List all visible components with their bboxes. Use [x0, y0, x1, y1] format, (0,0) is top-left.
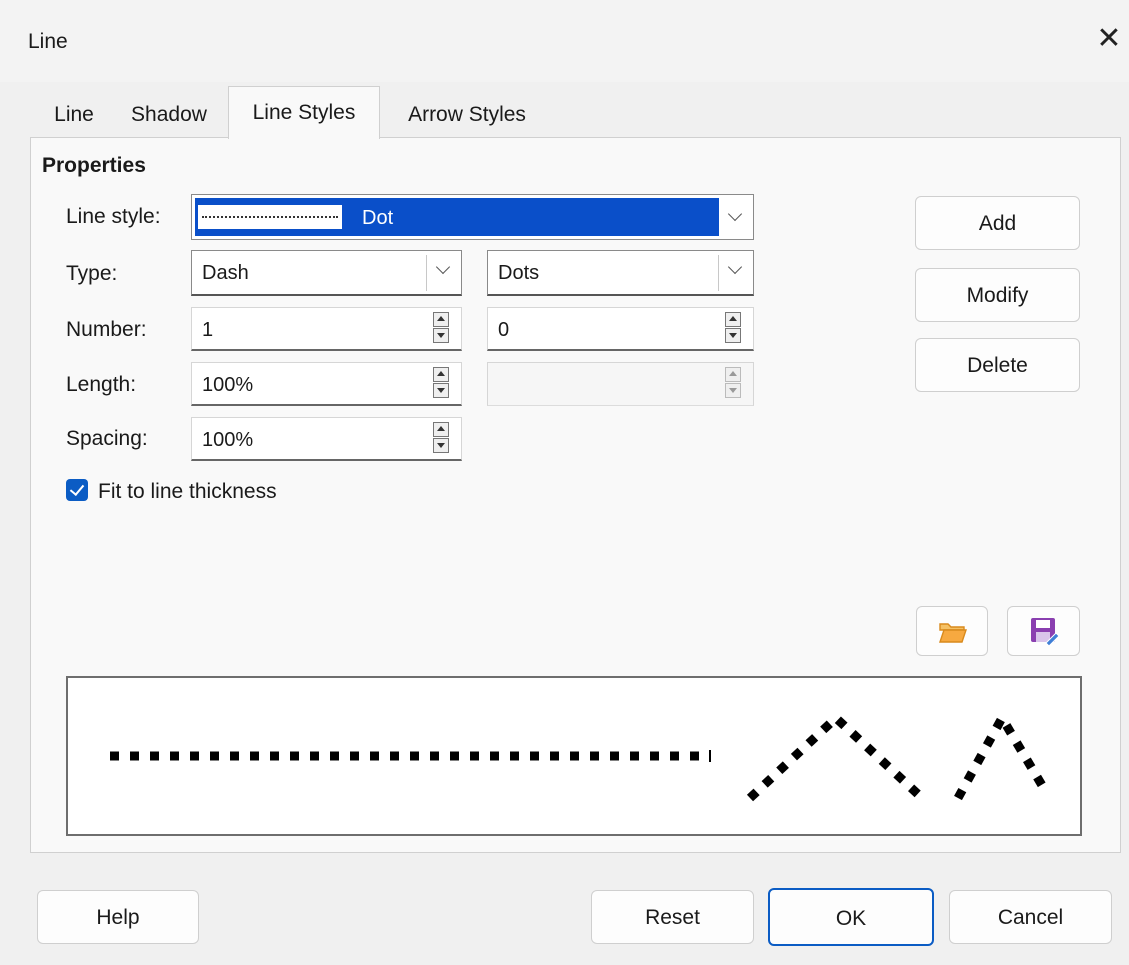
number-spin-field[interactable]: 1 — [191, 307, 462, 351]
spin-up-icon[interactable] — [725, 312, 741, 327]
type-value-2: Dots — [498, 262, 540, 284]
number-label: Number: — [66, 318, 147, 341]
line-style-dropdown[interactable]: Dot — [191, 194, 754, 240]
line-style-label: Line style: — [66, 205, 161, 228]
number-spin-field-2[interactable]: 0 — [487, 307, 754, 351]
delete-button[interactable]: Delete — [915, 338, 1080, 392]
tab-line[interactable]: Line — [40, 93, 108, 133]
line-style-preview — [66, 676, 1082, 836]
fit-to-line-thickness-label[interactable]: Fit to line thickness — [98, 480, 277, 504]
line-style-swatch — [198, 205, 342, 229]
length-label: Length: — [66, 373, 137, 396]
type-dropdown-2[interactable]: Dots — [487, 250, 754, 296]
properties-heading: Properties — [42, 154, 146, 177]
spin-up-icon — [725, 367, 741, 382]
length-value: 100% — [202, 374, 254, 396]
spacing-value: 100% — [202, 429, 254, 451]
tab-shadow[interactable]: Shadow — [118, 93, 220, 133]
folder-open-icon — [939, 623, 967, 643]
spin-up-icon[interactable] — [433, 422, 449, 437]
tab-arrow-styles[interactable]: Arrow Styles — [382, 93, 552, 133]
chevron-down-icon — [435, 259, 451, 275]
help-button[interactable]: Help — [37, 890, 199, 944]
spin-down-icon[interactable] — [433, 383, 449, 398]
dialog-title: Line — [28, 30, 68, 53]
dotted-line-preview-graphic — [110, 708, 1050, 802]
spacing-spin-field[interactable]: 100% — [191, 417, 462, 461]
reset-button[interactable]: Reset — [591, 890, 754, 944]
spin-down-icon[interactable] — [433, 328, 449, 343]
cancel-button[interactable]: Cancel — [949, 890, 1112, 944]
number-value: 1 — [202, 319, 214, 341]
spacing-label: Spacing: — [66, 427, 148, 450]
title-bar — [0, 0, 1129, 82]
type-dropdown[interactable]: Dash — [191, 250, 462, 296]
spin-down-icon[interactable] — [725, 328, 741, 343]
tab-divider — [30, 137, 1121, 138]
length-spin-field-2 — [487, 362, 754, 406]
load-line-styles-button[interactable] — [916, 606, 988, 656]
chevron-down-icon — [727, 259, 743, 275]
tab-line-styles[interactable]: Line Styles — [228, 86, 380, 139]
close-icon[interactable]: ✕ — [1092, 22, 1126, 56]
line-style-value: Dot — [362, 207, 394, 229]
modify-button[interactable]: Modify — [915, 268, 1080, 322]
number-value-2: 0 — [498, 319, 510, 341]
spin-down-icon[interactable] — [433, 438, 449, 453]
floppy-save-icon — [1031, 618, 1059, 646]
chevron-down-icon[interactable] — [721, 198, 751, 236]
type-label: Type: — [66, 262, 118, 285]
type-value: Dash — [202, 262, 249, 284]
save-line-styles-button[interactable] — [1007, 606, 1080, 656]
fit-to-line-thickness-checkbox[interactable] — [66, 479, 88, 501]
spin-up-icon[interactable] — [433, 312, 449, 327]
add-button[interactable]: Add — [915, 196, 1080, 250]
length-spin-field[interactable]: 100% — [191, 362, 462, 406]
ok-button[interactable]: OK — [768, 888, 934, 946]
line-style-selection: Dot — [195, 198, 719, 236]
spin-up-icon[interactable] — [433, 367, 449, 382]
spin-down-icon — [725, 383, 741, 398]
